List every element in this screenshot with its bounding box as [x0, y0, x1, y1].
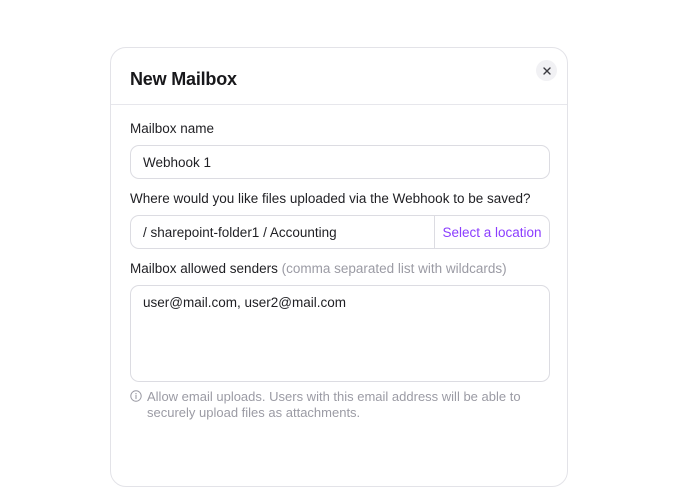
mailbox-name-value: Webhook 1: [143, 155, 212, 170]
allowed-senders-value: user@mail.com, user2@mail.com: [143, 295, 346, 310]
mailbox-name-input[interactable]: Webhook 1: [130, 145, 550, 179]
new-mailbox-dialog: New Mailbox Mailbox name Webhook 1 Where…: [110, 47, 568, 487]
dialog-header: New Mailbox: [111, 48, 567, 105]
mailbox-name-label: Mailbox name: [130, 121, 215, 136]
allowed-senders-helper-text: Allow email uploads. Users with this ema…: [147, 389, 521, 420]
allowed-senders-label: Mailbox allowed senders (comma separated…: [130, 261, 507, 276]
save-location-field: / sharepoint-folder1 / Accounting Select…: [130, 215, 550, 249]
info-icon: [130, 390, 142, 402]
allowed-senders-textarea[interactable]: user@mail.com, user2@mail.com: [130, 285, 550, 382]
save-location-label: Where would you like files uploaded via …: [130, 191, 531, 206]
close-button[interactable]: [536, 60, 557, 81]
close-icon: [542, 66, 551, 75]
allowed-senders-label-text: Mailbox allowed senders: [130, 261, 278, 276]
allowed-senders-hint: (comma separated list with wildcards): [281, 261, 507, 276]
allowed-senders-helper: Allow email uploads. Users with this ema…: [130, 389, 550, 421]
save-location-path[interactable]: / sharepoint-folder1 / Accounting: [131, 216, 434, 248]
select-location-button[interactable]: Select a location: [434, 216, 549, 248]
dialog-title: New Mailbox: [130, 69, 237, 89]
